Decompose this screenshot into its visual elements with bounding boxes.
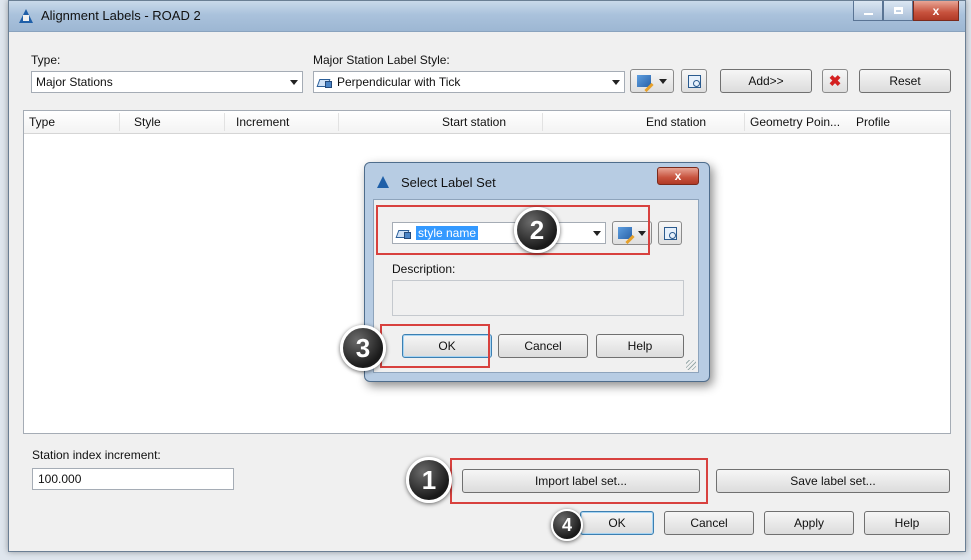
- highlight-style-box: [376, 205, 650, 255]
- label-style-dropdown[interactable]: Perpendicular with Tick: [313, 71, 625, 93]
- dialog-title: Select Label Set: [401, 175, 496, 190]
- chevron-down-icon: [659, 78, 667, 84]
- table-header: Type Style Increment Start station End s…: [24, 111, 950, 134]
- ok-button[interactable]: OK: [580, 511, 654, 535]
- station-index-input[interactable]: 100.000: [32, 468, 234, 490]
- apply-button[interactable]: Apply: [764, 511, 854, 535]
- style-label: Major Station Label Style:: [313, 53, 450, 67]
- type-dropdown-value: Major Stations: [36, 75, 113, 89]
- column-style[interactable]: Style: [134, 115, 161, 129]
- station-index-label: Station index increment:: [32, 448, 161, 462]
- maximize-icon: [893, 7, 903, 14]
- autocad-logo-icon: [377, 176, 389, 188]
- preview-style-button[interactable]: [681, 69, 707, 93]
- minimize-button[interactable]: [853, 1, 883, 21]
- import-label-set-button[interactable]: Import label set...: [462, 469, 700, 493]
- dialog-close-button[interactable]: x: [657, 167, 699, 185]
- close-icon: x: [674, 169, 682, 183]
- delete-icon: ✖: [828, 72, 842, 90]
- type-label: Type:: [31, 53, 61, 67]
- chevron-down-icon: [286, 72, 302, 92]
- dialog-help-button[interactable]: Help: [596, 334, 684, 358]
- column-start-station[interactable]: Start station: [442, 115, 506, 129]
- maximize-button[interactable]: [883, 1, 913, 21]
- step-4-badge: 4: [551, 509, 583, 541]
- preview-style-icon: [663, 226, 677, 240]
- column-type[interactable]: Type: [29, 115, 55, 129]
- column-end-station[interactable]: End station: [646, 115, 706, 129]
- title-bar[interactable]: Alignment Labels - ROAD 2 x: [9, 1, 965, 32]
- label-style-value: Perpendicular with Tick: [337, 75, 461, 89]
- close-icon: x: [932, 3, 940, 18]
- description-label: Description:: [392, 262, 456, 276]
- dialog-preview-style-button[interactable]: [658, 221, 682, 245]
- help-button[interactable]: Help: [864, 511, 950, 535]
- delete-button[interactable]: ✖: [822, 69, 848, 93]
- window-title: Alignment Labels - ROAD 2: [41, 8, 201, 23]
- preview-style-icon: [687, 74, 701, 88]
- add-button[interactable]: Add>>: [720, 69, 812, 93]
- step-1-badge: 1: [406, 457, 452, 503]
- save-label-set-button[interactable]: Save label set...: [716, 469, 950, 493]
- column-increment[interactable]: Increment: [236, 115, 289, 129]
- reset-button[interactable]: Reset: [859, 69, 951, 93]
- step-3-badge: 3: [340, 325, 386, 371]
- label-style-icon: [318, 76, 333, 88]
- window-controls: x: [853, 1, 959, 21]
- description-field: [392, 280, 684, 316]
- highlight-ok-box: [380, 324, 490, 368]
- dialog-cancel-button[interactable]: Cancel: [498, 334, 588, 358]
- edit-style-button[interactable]: [630, 69, 674, 93]
- column-profile[interactable]: Profile: [856, 115, 890, 129]
- type-dropdown[interactable]: Major Stations: [31, 71, 303, 93]
- column-geometry-points[interactable]: Geometry Poin...: [750, 115, 840, 129]
- resize-grip-icon[interactable]: [686, 360, 696, 370]
- edit-style-icon: [637, 75, 651, 87]
- cancel-button[interactable]: Cancel: [664, 511, 754, 535]
- close-button[interactable]: x: [913, 1, 959, 21]
- minimize-icon: [863, 12, 873, 15]
- chevron-down-icon: [608, 72, 624, 92]
- autocad-logo-icon: [19, 9, 33, 23]
- step-2-badge: 2: [514, 207, 560, 253]
